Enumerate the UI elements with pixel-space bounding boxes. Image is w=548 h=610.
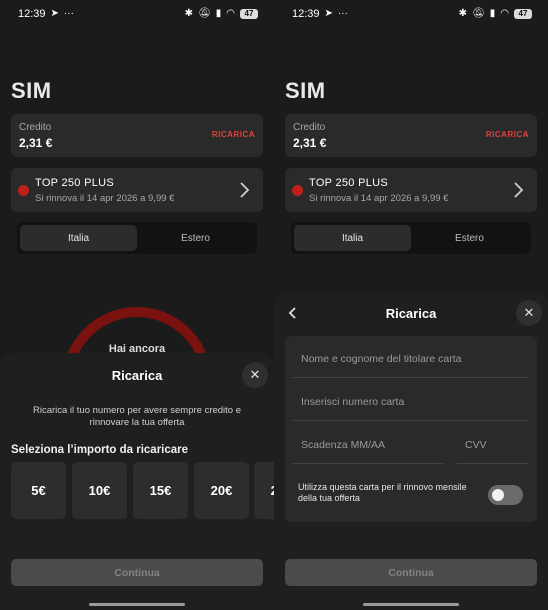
wifi-icon: ◠ [500, 8, 509, 19]
home-indicator [363, 603, 459, 606]
plan-renewal: Si rinnova il 14 apr 2026 a 9,99 € [309, 193, 449, 204]
sheet-title: Ricarica [111, 368, 163, 383]
sheet-title: Ricarica [385, 306, 437, 321]
divider [457, 463, 529, 464]
continue-button[interactable]: Continua [11, 559, 263, 586]
chevron-right-icon [514, 182, 524, 198]
signal-icon: ▮ [215, 8, 222, 19]
status-bar: 12:39 ➤ ··· ✱ 🔕︎ ▮ ◠ 47 [292, 6, 532, 22]
close-icon[interactable]: ✕ [516, 300, 542, 326]
save-card-toggle[interactable] [488, 485, 523, 505]
signal-icon: ▮ [489, 8, 496, 19]
credit-card: Credito 2,31 € RICARICA [11, 114, 263, 157]
recharge-link[interactable]: RICARICA [486, 130, 529, 139]
amount-option[interactable]: 10€ [72, 462, 127, 519]
page-title: SIM [285, 78, 326, 103]
more-dots-icon: ··· [337, 8, 348, 19]
credit-label: Credito [19, 122, 52, 133]
status-time: 12:39 [18, 8, 46, 20]
divider [293, 463, 443, 464]
more-dots-icon: ··· [63, 8, 74, 19]
close-icon[interactable]: ✕ [242, 362, 268, 388]
amount-heading: Seleziona l’importo da ricaricare [11, 444, 189, 456]
amount-option[interactable]: 20€ [194, 462, 249, 519]
topup-sheet: Ricarica ✕ Ricarica il tuo numero per av… [0, 353, 274, 610]
card-number-input[interactable]: Inserisci numero carta [301, 396, 404, 408]
sheet-description: Ricarica il tuo numero per avere sempre … [32, 405, 242, 428]
plan-name: TOP 250 PLUS [309, 177, 389, 189]
divider [293, 420, 529, 421]
page-title: SIM [11, 78, 52, 103]
card-form: Nome e cognome del titolare carta Inseri… [285, 336, 537, 522]
divider [293, 377, 529, 378]
plan-status-dot [18, 185, 29, 196]
telegram-icon: ➤ [50, 8, 59, 19]
tab-estero[interactable]: Estero [411, 225, 528, 251]
home-indicator [89, 603, 185, 606]
tab-estero[interactable]: Estero [137, 225, 254, 251]
telegram-icon: ➤ [324, 8, 333, 19]
plan-status-dot [292, 185, 303, 196]
status-bar: 12:39 ➤ ··· ✱ 🔕︎ ▮ ◠ 47 [18, 6, 258, 22]
mute-icon: 🔕︎ [472, 8, 485, 19]
plan-renewal: Si rinnova il 14 apr 2026 a 9,99 € [35, 193, 175, 204]
expiry-input[interactable]: Scadenza MM/AA [301, 439, 385, 451]
region-tabs: Italia Estero [17, 222, 257, 254]
right-screen: 12:39 ➤ ··· ✱ 🔕︎ ▮ ◠ 47 SIM Credito 2,31… [274, 0, 548, 610]
left-screen: 12:39 ➤ ··· ✱ 🔕︎ ▮ ◠ 47 SIM Credito 2,31… [0, 0, 274, 610]
cvv-input[interactable]: CVV [465, 439, 487, 451]
battery-icon: 47 [514, 9, 532, 19]
wifi-icon: ◠ [226, 8, 235, 19]
amount-option[interactable]: 5€ [11, 462, 66, 519]
bluetooth-icon: ✱ [458, 8, 468, 19]
credit-value: 2,31 € [19, 136, 53, 150]
status-time: 12:39 [292, 8, 320, 20]
credit-value: 2,31 € [293, 136, 327, 150]
plan-name: TOP 250 PLUS [35, 177, 115, 189]
cardholder-name-input[interactable]: Nome e cognome del titolare carta [301, 353, 462, 365]
credit-card: Credito 2,31 € RICARICA [285, 114, 537, 157]
tab-italia[interactable]: Italia [294, 225, 411, 251]
continue-button[interactable]: Continua [285, 559, 537, 586]
card-payment-sheet: Ricarica ✕ Nome e cognome del titolare c… [274, 292, 548, 610]
amount-option[interactable]: 15€ [133, 462, 188, 519]
recharge-link[interactable]: RICARICA [212, 130, 255, 139]
toggle-knob [492, 489, 504, 501]
tab-italia[interactable]: Italia [20, 225, 137, 251]
region-tabs: Italia Estero [291, 222, 531, 254]
plan-card[interactable]: TOP 250 PLUS Si rinnova il 14 apr 2026 a… [285, 168, 537, 212]
bluetooth-icon: ✱ [184, 8, 194, 19]
amount-options: 5€ 10€ 15€ 20€ 25€ [11, 462, 274, 519]
amount-option[interactable]: 25€ [254, 462, 274, 519]
plan-card[interactable]: TOP 250 PLUS Si rinnova il 14 apr 2026 a… [11, 168, 263, 212]
mute-icon: 🔕︎ [198, 8, 211, 19]
battery-icon: 47 [240, 9, 258, 19]
credit-label: Credito [293, 122, 326, 133]
save-card-label: Utilizza questa carta per il rinnovo men… [298, 482, 467, 503]
chevron-right-icon [240, 182, 250, 198]
